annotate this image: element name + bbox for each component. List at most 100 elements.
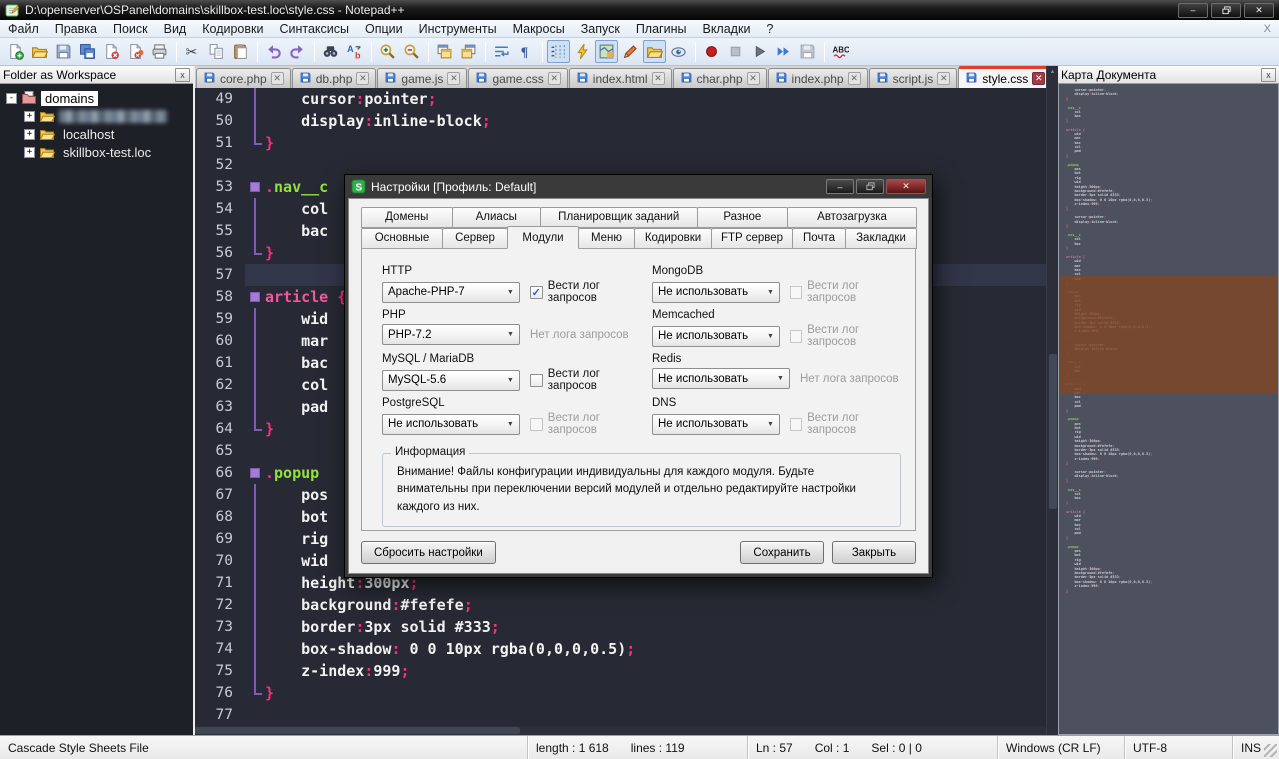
fold-margin[interactable] (245, 396, 265, 418)
settings-tab-Автозагрузка[interactable]: Автозагрузка (787, 207, 917, 228)
document-switcher-icon[interactable] (667, 40, 690, 63)
save-all-icon[interactable] (76, 40, 99, 63)
menu-item-Поиск[interactable]: Поиск (105, 20, 156, 37)
settings-tab-Основные[interactable]: Основные (361, 228, 443, 249)
edit-marker-icon[interactable] (619, 40, 642, 63)
tree-item-domains[interactable]: -domains (0, 89, 193, 107)
fold-margin[interactable] (245, 660, 265, 682)
reset-settings-button[interactable]: Сбросить настройки (361, 541, 496, 564)
fold-margin[interactable] (245, 264, 265, 286)
fold-margin[interactable] (245, 374, 265, 396)
fold-marker-icon[interactable] (250, 468, 260, 478)
expand-icon[interactable]: + (24, 147, 35, 158)
settings-tab-Модули[interactable]: Модули (507, 226, 579, 249)
menu-item-Вкладки[interactable]: Вкладки (694, 20, 758, 37)
horizontal-scrollbar[interactable] (195, 726, 1046, 735)
function-list-icon[interactable] (571, 40, 594, 63)
fold-margin[interactable] (245, 462, 265, 484)
fold-margin[interactable] (245, 418, 265, 440)
tab-close-icon[interactable]: ✕ (356, 72, 369, 85)
close-button[interactable]: ✕ (1244, 3, 1274, 18)
menu-item-Инструменты[interactable]: Инструменты (411, 20, 505, 37)
tab-game.css[interactable]: game.css✕ (468, 68, 567, 88)
macro-save-icon[interactable] (796, 40, 819, 63)
fold-margin[interactable] (245, 506, 265, 528)
tab-db.php[interactable]: db.php✕ (292, 68, 377, 88)
menu-item-Правка[interactable]: Правка (47, 20, 105, 37)
document-map-icon[interactable] (595, 40, 618, 63)
settings-tab-Разное[interactable]: Разное (697, 207, 789, 228)
menu-item-Кодировки[interactable]: Кодировки (194, 20, 271, 37)
module-version-dropdown[interactable]: Не использовать▼ (652, 368, 790, 389)
tab-close-icon[interactable]: ✕ (848, 72, 861, 85)
tab-close-icon[interactable]: ✕ (548, 72, 561, 85)
fold-margin[interactable] (245, 704, 265, 726)
document-map-close-icon[interactable]: x (1261, 68, 1276, 82)
macro-record-icon[interactable] (700, 40, 723, 63)
tree-item-redacted[interactable]: + (0, 107, 193, 125)
settings-tab-Алиасы[interactable]: Алиасы (452, 207, 541, 228)
module-version-dropdown[interactable]: Не использовать▼ (652, 414, 780, 435)
fold-margin[interactable] (245, 594, 265, 616)
find-icon[interactable] (319, 40, 342, 63)
tab-close-icon[interactable]: ✕ (747, 72, 760, 85)
settings-tab-Закладки[interactable]: Закладки (845, 228, 917, 249)
collapse-icon[interactable]: - (6, 93, 17, 104)
fold-margin[interactable] (245, 88, 265, 110)
tab-close-icon[interactable]: ✕ (937, 72, 950, 85)
cut-icon[interactable]: ✂ (181, 40, 204, 63)
menu-item-Синтаксисы[interactable]: Синтаксисы (271, 20, 357, 37)
menu-item-Опции[interactable]: Опции (357, 20, 411, 37)
fold-margin[interactable] (245, 682, 265, 704)
new-file-icon[interactable] (4, 40, 27, 63)
tree-item-skillbox-test.loc[interactable]: +skillbox-test.loc (0, 143, 193, 161)
dialog-restore-button[interactable] (856, 179, 884, 194)
save-button[interactable]: Сохранить (740, 541, 824, 564)
expand-icon[interactable]: + (24, 111, 35, 122)
close-all-icon[interactable] (124, 40, 147, 63)
undo-icon[interactable] (262, 40, 285, 63)
settings-tab-Меню[interactable]: Меню (578, 228, 635, 249)
settings-tab-Кодировки[interactable]: Кодировки (634, 228, 712, 249)
minimize-button[interactable]: – (1178, 3, 1208, 18)
sync-vertical-icon[interactable] (433, 40, 456, 63)
restore-button[interactable] (1211, 3, 1241, 18)
menu-item-Запуск[interactable]: Запуск (573, 20, 628, 37)
copy-icon[interactable] (205, 40, 228, 63)
settings-tab-Планировщик заданий[interactable]: Планировщик заданий (540, 207, 698, 228)
dialog-minimize-button[interactable]: – (826, 179, 854, 194)
fold-marker-icon[interactable] (250, 182, 260, 192)
tab-close-icon[interactable]: ✕ (271, 72, 284, 85)
fold-margin[interactable] (245, 572, 265, 594)
dialog-close-button[interactable]: ✕ (886, 179, 926, 194)
module-version-dropdown[interactable]: Не использовать▼ (652, 326, 780, 347)
settings-tab-Сервер[interactable]: Сервер (442, 228, 508, 249)
tab-style.css[interactable]: style.css✕ (958, 66, 1046, 88)
macro-stop-icon[interactable] (724, 40, 747, 63)
tab-game.js[interactable]: game.js✕ (377, 68, 467, 88)
tab-char.php[interactable]: char.php✕ (673, 68, 767, 88)
menu-item-Файл[interactable]: Файл (0, 20, 47, 37)
print-icon[interactable] (148, 40, 171, 63)
fold-margin[interactable] (245, 110, 265, 132)
fold-margin[interactable] (245, 154, 265, 176)
expand-icon[interactable]: + (24, 129, 35, 140)
fold-margin[interactable] (245, 242, 265, 264)
menu-item-Макросы[interactable]: Макросы (505, 20, 573, 37)
menu-item-Вид[interactable]: Вид (156, 20, 195, 37)
fold-margin[interactable] (245, 286, 265, 308)
tab-script.js[interactable]: script.js✕ (869, 68, 958, 88)
settings-tab-FTP сервер[interactable]: FTP сервер (711, 228, 793, 249)
document-map-minimap[interactable]: cursor:pointer; display:inline-block;}.n… (1058, 84, 1279, 735)
open-file-icon[interactable] (28, 40, 51, 63)
module-version-dropdown[interactable]: PHP-7.2▼ (382, 324, 520, 345)
log-requests-option[interactable]: ✓Вести лог запросов (530, 280, 652, 304)
minimap-viewport[interactable] (1059, 276, 1278, 394)
checkbox-checked-icon[interactable]: ✓ (530, 286, 543, 299)
redo-icon[interactable] (286, 40, 309, 63)
sync-horizontal-icon[interactable] (457, 40, 480, 63)
fold-margin[interactable] (245, 528, 265, 550)
vertical-scrollbar-thumb[interactable] (1049, 354, 1057, 509)
fold-margin[interactable] (245, 220, 265, 242)
workspace-panel-close-icon[interactable]: x (175, 68, 190, 82)
